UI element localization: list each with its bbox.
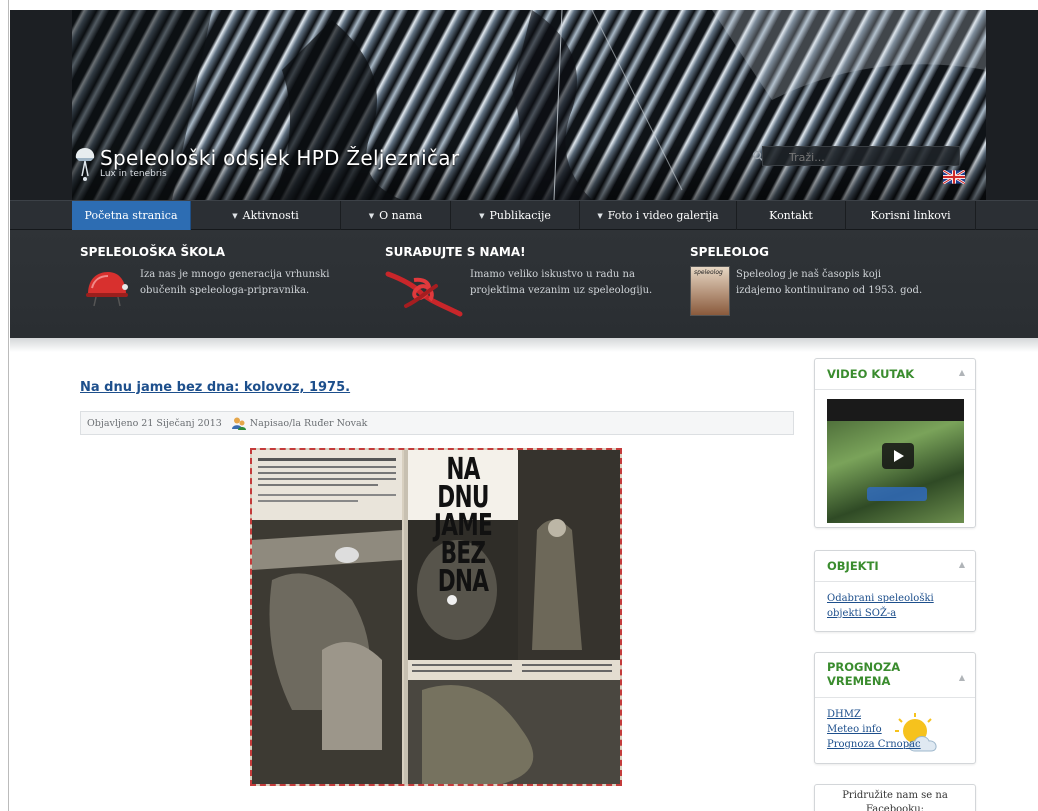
feature-text-line: obučenih speleologa-pripravnika. xyxy=(140,285,310,296)
widget-prognoza: PROGNOZA VREMENA ▲ DHMZ Meteo info Progn… xyxy=(814,652,976,764)
caret-down-icon: ▼ xyxy=(597,211,603,220)
nav-item-label: O nama xyxy=(379,209,423,222)
widget-title-line: PROGNOZA xyxy=(827,660,901,674)
widget-title: VIDEO KUTAK xyxy=(827,367,915,381)
nav-item-label: Aktivnosti xyxy=(242,209,299,222)
nav-item-galerija[interactable]: ▼ Foto i video galerija xyxy=(580,201,737,230)
link-text[interactable]: Odabrani speleološki xyxy=(827,591,934,606)
feature-text: Iza nas je mnogo generacija vrhunski obu… xyxy=(140,267,329,299)
widget-objekti: OBJEKTI ▲ Odabrani speleološki objekti S… xyxy=(814,550,976,632)
clipping-headline: NA DNU JAME BEZ DNA xyxy=(433,452,493,599)
feature-school[interactable]: SPELEOLOŠKA ŠKOLA xyxy=(80,245,225,259)
site-tagline: Lux in tenebris xyxy=(100,169,167,179)
helmet-icon xyxy=(86,272,128,307)
caret-down-icon: ▼ xyxy=(479,211,485,220)
feature-panel: SPELEOLOŠKA ŠKOLA Iza nas je mnogo gener… xyxy=(10,230,1038,338)
play-icon xyxy=(894,450,904,462)
feature-title[interactable]: SPELEOLOŠKA ŠKOLA xyxy=(80,245,225,259)
nav-item-o-nama[interactable]: ▼ O nama xyxy=(341,201,451,230)
newspaper-clipping-image[interactable]: NA DNU JAME BEZ DNA xyxy=(250,448,622,786)
header-left-margin xyxy=(10,10,72,200)
objekti-link[interactable]: Odabrani speleološki objekti SOŽ-a xyxy=(827,591,934,621)
feature-text: Imamo veliko iskustvo u radu na projekti… xyxy=(470,267,652,299)
feature-text-line: Imamo veliko iskustvo u radu na xyxy=(470,269,635,280)
nav-item-publikacije[interactable]: ▼ Publikacije xyxy=(451,201,580,230)
main-navigation: Početna stranica ▼ Aktivnosti ▼ O nama ▼… xyxy=(10,200,1038,230)
play-button[interactable] xyxy=(882,443,914,469)
uk-flag-icon[interactable] xyxy=(943,170,965,184)
nav-item-label: Foto i video galerija xyxy=(607,209,719,222)
site-logo-icon[interactable] xyxy=(74,146,96,182)
widget-title-line: VREMENA xyxy=(827,674,891,688)
nav-item-korisni-linkovi[interactable]: Korisni linkovi xyxy=(846,201,976,230)
collapse-icon[interactable]: ▲ xyxy=(959,673,965,682)
article-published-date: Objavljeno 21 Siječanj 2013 xyxy=(87,417,222,429)
feature-text-line: projektima vezanim uz speleologiju. xyxy=(470,285,653,296)
link-meteo-info[interactable]: Meteo info xyxy=(827,722,921,737)
facebook-text-line: Facebooku: xyxy=(865,804,925,811)
search-input[interactable] xyxy=(762,146,960,166)
nav-item-label: Početna stranica xyxy=(84,209,178,222)
collapse-icon[interactable]: ▲ xyxy=(959,560,965,569)
article-author: Napisao/la Ruđer Novak xyxy=(249,417,368,429)
header-shadow xyxy=(10,338,1038,352)
caret-down-icon: ▼ xyxy=(368,211,375,220)
nav-item-label: Korisni linkovi xyxy=(870,209,951,222)
link-prognoza-crnopac[interactable]: Prognoza Crnopac xyxy=(827,737,921,752)
feature-title[interactable]: SPELEOLOG xyxy=(690,245,769,259)
nav-item-aktivnosti[interactable]: ▼ Aktivnosti xyxy=(191,201,341,230)
feature-text-line: izdajemo kontinuirano od 1953. god. xyxy=(736,285,923,296)
feature-title[interactable]: SURAĐUJTE S NAMA! xyxy=(385,245,526,259)
widget-title: OBJEKTI xyxy=(827,559,879,573)
nav-item-label: Publikacije xyxy=(489,209,551,222)
nav-item-kontakt[interactable]: Kontakt xyxy=(737,201,846,230)
article-meta: Objavljeno 21 Siječanj 2013 Napisao/la R… xyxy=(80,411,794,435)
link-text[interactable]: objekti SOŽ-a xyxy=(827,606,934,621)
facebook-text-line: Pridružite nam se na xyxy=(842,790,948,801)
feature-text-line: Speleolog je naš časopis koji xyxy=(736,269,882,280)
nav-item-pocetna[interactable]: Početna stranica xyxy=(72,201,191,230)
site-title[interactable]: Speleološki odsjek HPD Željezničar xyxy=(100,146,459,170)
widget-facebook: Pridružite nam se na Facebooku: xyxy=(814,784,976,811)
caret-down-icon: ▼ xyxy=(232,211,238,220)
header-banner-image xyxy=(72,10,986,200)
magazine-cover-title: speleolog xyxy=(694,269,723,276)
video-thumbnail[interactable] xyxy=(827,399,964,523)
rope-knot-icon xyxy=(385,271,463,317)
widget-title: PROGNOZA VREMENA xyxy=(827,660,900,688)
feature-speleolog[interactable]: SPELEOLOG xyxy=(690,245,769,259)
link-dhmz[interactable]: DHMZ xyxy=(827,707,921,722)
facebook-text: Pridružite nam se na Facebooku: xyxy=(815,785,975,811)
collapse-icon[interactable]: ▲ xyxy=(959,368,965,377)
widget-video: VIDEO KUTAK ▲ xyxy=(814,358,976,528)
magazine-cover-image: speleolog xyxy=(690,266,730,316)
header-right-margin xyxy=(986,10,1038,200)
nav-item-label: Kontakt xyxy=(769,209,813,222)
feature-text-line: Iza nas je mnogo generacija vrhunski xyxy=(140,269,330,280)
author-icon xyxy=(231,417,246,430)
feature-text: Speleolog je naš časopis koji izdajemo k… xyxy=(736,267,922,299)
prognoza-links: DHMZ Meteo info Prognoza Crnopac xyxy=(827,707,921,752)
article-title-link[interactable]: Na dnu jame bez dna: kolovoz, 1975. xyxy=(80,380,350,395)
feature-cooperate[interactable]: SURAĐUJTE S NAMA! xyxy=(385,245,526,259)
